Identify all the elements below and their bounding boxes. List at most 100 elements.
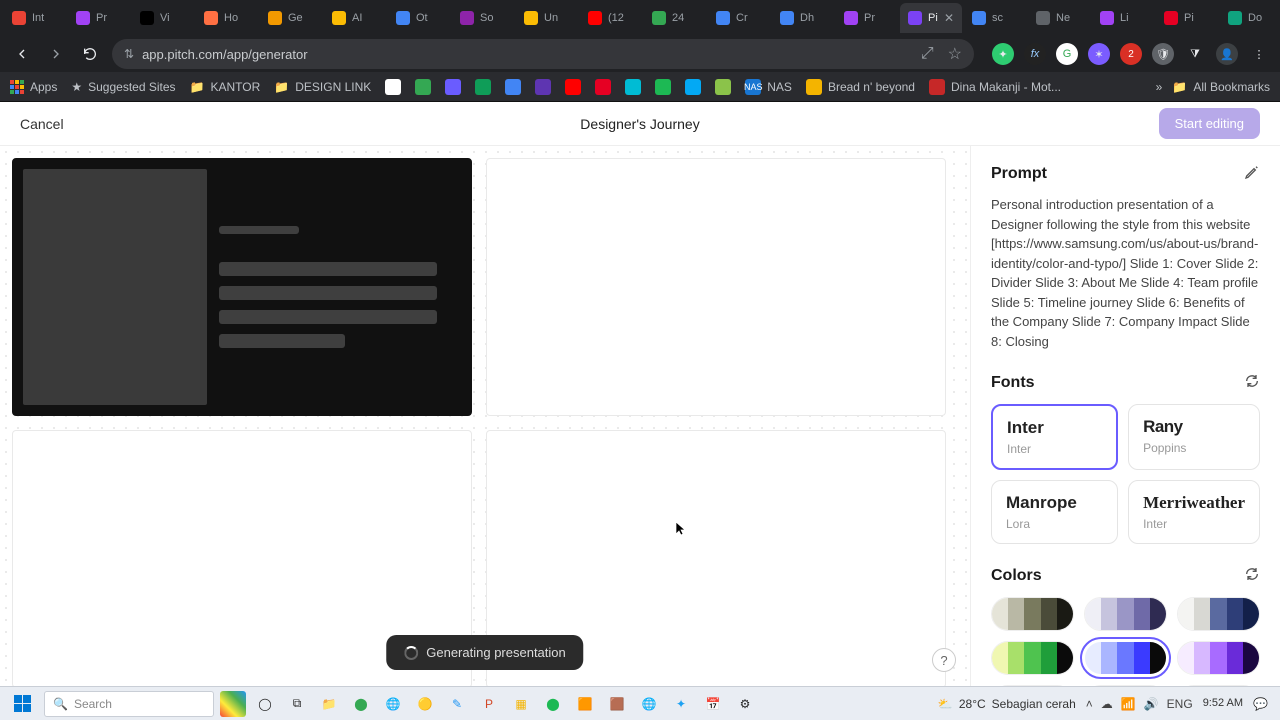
refresh-colors-button[interactable] — [1244, 566, 1260, 585]
taskbar-app-icon[interactable]: ⚙ — [732, 691, 758, 717]
wifi-icon[interactable]: 📶 — [1121, 697, 1136, 711]
color-palette[interactable] — [1084, 597, 1167, 631]
browser-tab[interactable]: Do — [1220, 3, 1280, 33]
font-option[interactable]: ManropeLora — [991, 480, 1118, 544]
browser-tab[interactable]: sc — [964, 3, 1026, 33]
help-button[interactable]: ? — [932, 648, 956, 672]
language-indicator[interactable]: ENG — [1167, 697, 1193, 711]
start-button[interactable] — [6, 690, 38, 718]
extension-icon[interactable]: 🛡 — [1152, 43, 1174, 65]
bookmarks-overflow-icon[interactable]: » — [1156, 80, 1163, 94]
browser-tab[interactable]: Ne — [1028, 3, 1090, 33]
slide-thumbnail[interactable] — [12, 158, 472, 416]
file-explorer-icon[interactable]: 📁 — [316, 691, 342, 717]
browser-tab[interactable]: Ho — [196, 3, 258, 33]
color-palette[interactable] — [1177, 641, 1260, 675]
bookmark-item[interactable] — [445, 79, 461, 95]
taskbar-search[interactable]: 🔍 Search — [44, 691, 214, 717]
spotify-icon[interactable]: ⬤ — [540, 691, 566, 717]
extension-icon[interactable]: G — [1056, 43, 1078, 65]
install-app-icon[interactable]: ⤢ — [921, 45, 934, 63]
browser-menu-icon[interactable]: ⋮ — [1248, 43, 1270, 65]
volume-icon[interactable]: 🔊 — [1144, 697, 1159, 711]
browser-tab[interactable]: Vi — [132, 3, 194, 33]
taskbar-clock[interactable]: 9:52 AM — [1203, 697, 1243, 709]
slide-thumbnail[interactable] — [486, 158, 946, 416]
browser-tab[interactable]: Dh — [772, 3, 834, 33]
cortana-icon[interactable]: ◯ — [252, 691, 278, 717]
all-bookmarks[interactable]: 📁All Bookmarks — [1172, 80, 1270, 94]
browser-tab[interactable]: Cr — [708, 3, 770, 33]
browser-tab[interactable]: (12 — [580, 3, 642, 33]
color-palette[interactable] — [1084, 641, 1167, 675]
cancel-button[interactable]: Cancel — [20, 116, 64, 132]
bookmark-item[interactable]: NASNAS — [745, 79, 792, 95]
edit-prompt-button[interactable] — [1244, 164, 1260, 183]
nav-forward-button[interactable] — [44, 42, 68, 66]
taskbar-app-icon[interactable]: ✦ — [668, 691, 694, 717]
task-view-icon[interactable]: ⧉ — [284, 691, 310, 717]
color-palette[interactable] — [991, 641, 1074, 675]
profile-avatar[interactable]: 👤 — [1216, 43, 1238, 65]
color-palette[interactable] — [1177, 597, 1260, 631]
bookmark-item[interactable] — [685, 79, 701, 95]
taskbar-app-icon[interactable] — [220, 691, 246, 717]
taskbar-app-icon[interactable]: 🟧 — [572, 691, 598, 717]
bookmark-item[interactable] — [655, 79, 671, 95]
bookmark-item[interactable] — [625, 79, 641, 95]
bookmark-item[interactable]: ★Suggested Sites — [71, 80, 175, 94]
browser-tab[interactable]: So — [452, 3, 514, 33]
bookmark-item[interactable]: Bread n' beyond — [806, 79, 915, 95]
apps-shortcut[interactable]: Apps — [10, 80, 57, 94]
font-option[interactable]: MerriweatherInter — [1128, 480, 1260, 544]
font-option[interactable]: RanyPoppins — [1128, 404, 1260, 470]
bookmark-item[interactable] — [475, 79, 491, 95]
color-palette[interactable] — [991, 597, 1074, 631]
font-option[interactable]: InterInter — [991, 404, 1118, 470]
browser-tab[interactable]: Un — [516, 3, 578, 33]
edge-icon[interactable]: 🌐 — [380, 691, 406, 717]
bookmark-item[interactable] — [415, 79, 431, 95]
powerpoint-icon[interactable]: P — [476, 691, 502, 717]
bookmark-item[interactable] — [715, 79, 731, 95]
onedrive-icon[interactable]: ☁ — [1101, 697, 1113, 711]
browser-tab[interactable]: Ot — [388, 3, 450, 33]
browser-tab[interactable]: Pr — [836, 3, 898, 33]
browser-tab[interactable]: Ge — [260, 3, 322, 33]
extension-puzzle-icon[interactable]: ⧩ — [1184, 43, 1206, 65]
browser-tab[interactable]: Pr — [68, 3, 130, 33]
bookmark-item[interactable]: Dina Makanji - Mot... — [929, 79, 1061, 95]
bookmark-item[interactable] — [535, 79, 551, 95]
extension-icon[interactable]: ✶ — [1088, 43, 1110, 65]
bookmark-item[interactable] — [385, 79, 401, 95]
start-editing-button[interactable]: Start editing — [1159, 108, 1260, 139]
browser-tab[interactable]: Pi — [1156, 3, 1218, 33]
bookmark-folder[interactable]: 📁DESIGN LINK — [274, 80, 371, 94]
nav-reload-button[interactable] — [78, 42, 102, 66]
bookmark-folder[interactable]: 📁KANTOR — [190, 80, 261, 94]
calendar-icon[interactable]: 📅 — [700, 691, 726, 717]
bookmark-item[interactable] — [505, 79, 521, 95]
taskbar-app-icon[interactable]: ✎ — [444, 691, 470, 717]
nav-back-button[interactable] — [10, 42, 34, 66]
taskbar-app-icon[interactable]: ⬤ — [348, 691, 374, 717]
bookmark-star-icon[interactable]: ☆ — [948, 44, 962, 64]
browser-tab[interactable]: 24 — [644, 3, 706, 33]
browser-tab[interactable]: Li — [1092, 3, 1154, 33]
taskbar-app-icon[interactable]: 🟫 — [604, 691, 630, 717]
taskbar-weather[interactable]: ⛅ 28°C Sebagian cerah — [938, 697, 1076, 711]
browser-tab[interactable]: Pi✕ — [900, 3, 962, 33]
bookmark-item[interactable] — [595, 79, 611, 95]
extension-icon[interactable]: 2 — [1120, 43, 1142, 65]
extension-icon[interactable]: fx — [1024, 43, 1046, 65]
address-input[interactable] — [142, 47, 913, 62]
notifications-icon[interactable]: 💬 — [1253, 697, 1268, 711]
browser-tab[interactable]: AI — [324, 3, 386, 33]
browser-tab[interactable]: Int — [4, 3, 66, 33]
extension-icon[interactable]: ✦ — [992, 43, 1014, 65]
chrome-icon[interactable]: 🟡 — [412, 691, 438, 717]
chrome-icon[interactable]: 🌐 — [636, 691, 662, 717]
tray-chevron-icon[interactable]: ˄ — [1086, 697, 1093, 711]
site-info-icon[interactable]: ⇅ — [124, 47, 134, 61]
taskbar-app-icon[interactable]: ▦ — [508, 691, 534, 717]
